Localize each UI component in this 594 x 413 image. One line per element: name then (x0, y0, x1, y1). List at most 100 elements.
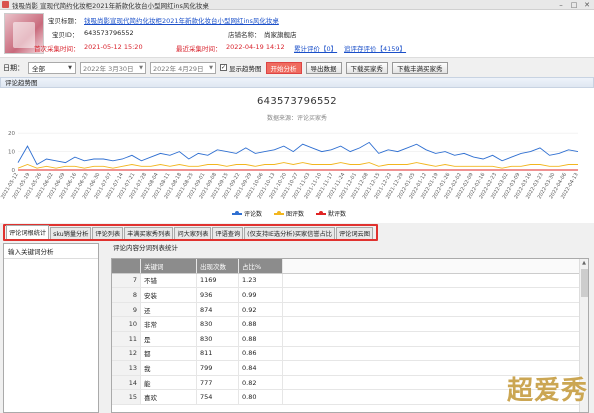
tab-2[interactable]: 评论列表 (92, 227, 124, 239)
range-select[interactable]: 全部 ▼ (28, 61, 76, 74)
keyword-cell: 非常 (140, 317, 196, 331)
range-select-value: 全部 (32, 64, 45, 73)
table-row[interactable]: 11 是 830 0.88 (112, 331, 588, 347)
column-header[interactable] (112, 259, 140, 273)
row-index: 14 (112, 375, 140, 390)
review-count-link[interactable]: 累计评价【0】 (294, 43, 337, 53)
tab-5[interactable]: 评语查询 (212, 227, 244, 239)
checkbox-checked-icon: ✓ (220, 64, 227, 71)
count-cell: 777 (196, 375, 238, 390)
chart-legend: 评论数 图评数 默评数 (232, 209, 346, 218)
table-row[interactable]: 10 非常 830 0.88 (112, 317, 588, 332)
table-row[interactable]: 12 都 811 0.86 (112, 346, 588, 362)
word-stats-title: 评论内容分词列表统计 (113, 244, 178, 252)
minimize-icon[interactable]: – (556, 1, 566, 9)
count-cell: 830 (196, 331, 238, 346)
download-buyer-show-button[interactable]: 下载买家秀 (345, 61, 388, 74)
export-data-button[interactable]: 导出数据 (305, 61, 342, 74)
keyword-cell: 是 (140, 331, 196, 346)
start-date-value: 2022年 3月30日 (83, 64, 134, 73)
row-index: 12 (112, 346, 140, 361)
date-label: 日期： (3, 63, 24, 72)
analysis-tabs: 评论词根统计 sku销量分析 评论列表 丰满买家秀列表 问大家列表 评语查询 (仅支持IE选… (3, 224, 378, 241)
toolbar: 日期： 全部 ▼ 2022年 3月30日 ▼ 2022年 4月29日 ▼ ✓ 显… (0, 59, 594, 76)
followup-count-link[interactable]: 追评存评价【4159】 (344, 43, 406, 53)
series-line-评论数 (17, 141, 579, 166)
keyword-cell: 安装 (140, 288, 196, 302)
table-header-row: 关键词 出现次数 占比% (112, 259, 588, 274)
chart-plot: 010202021-05-122021-05-192021-05-262021-… (0, 131, 580, 200)
scrollbar-thumb[interactable] (581, 269, 588, 297)
keyword-cell: 我 (140, 361, 196, 375)
count-cell: 874 (196, 302, 238, 317)
percent-cell: 0.84 (238, 361, 283, 375)
row-index: 11 (112, 331, 140, 346)
chevron-down-icon: ▼ (68, 64, 72, 71)
table-row[interactable]: 9 还 874 0.92 (112, 302, 588, 318)
percent-cell: 0.92 (238, 302, 283, 317)
tab-0[interactable]: 评论词根统计 (6, 225, 50, 239)
first-time-value: 2021-05-12 15:20 (84, 43, 143, 51)
column-header[interactable]: 出现次数 (196, 259, 238, 273)
keyword-panel-title: 输入关键词分析 (4, 244, 98, 259)
count-cell: 830 (196, 317, 238, 331)
tab-1[interactable]: sku销量分析 (50, 227, 92, 239)
legend-label: 图评数 (286, 211, 305, 218)
row-index: 9 (112, 302, 140, 317)
count-cell: 811 (196, 346, 238, 361)
percent-cell: 0.88 (238, 331, 283, 346)
shop-name-label: 店铺名称： (228, 31, 261, 39)
percent-cell: 0.99 (238, 288, 283, 302)
percent-cell: 1.23 (238, 273, 283, 288)
start-analysis-button[interactable]: 开始分析 (265, 61, 302, 74)
legend-item[interactable]: 图评数 (274, 209, 304, 218)
close-icon[interactable]: ✕ (582, 1, 592, 9)
row-index: 8 (112, 288, 140, 302)
watermark-logo: 超爱秀 (506, 376, 588, 406)
last-time-label: 最近采集时间： (176, 45, 222, 53)
product-id-value: 643573796552 (84, 29, 134, 37)
end-date-picker[interactable]: 2022年 4月29日 ▼ (150, 61, 216, 74)
tab-6[interactable]: (仅支持IE选分析)买家信誉占比 (244, 227, 335, 239)
y-tick-label: 20 (8, 131, 15, 137)
download-full-buyer-show-button[interactable]: 下载丰满买家秀 (392, 61, 448, 74)
product-id-label: 宝贝ID： (52, 31, 79, 39)
trend-chart: 643573796552 数据来源：评论买家秀 0 10 20 2021-05-12 2… (0, 88, 594, 223)
percent-cell: 0.82 (238, 375, 283, 390)
keyword-input-area[interactable] (4, 259, 98, 409)
legend-swatch (232, 211, 242, 215)
calendar-dropdown-icon: ▼ (139, 64, 143, 71)
start-date-picker[interactable]: 2022年 3月30日 ▼ (80, 61, 146, 74)
table-row[interactable]: 8 安装 936 0.99 (112, 288, 588, 303)
window-controls: – □ ✕ (556, 1, 592, 9)
window-title: 钱吸尚影 宣现代简约化妆柜2021年新款化妆台小型网红ins风化妆桌 (12, 1, 209, 10)
table-row[interactable]: 7 不错 1169 1.23 (112, 273, 588, 289)
tab-7[interactable]: 评论词云图 (335, 227, 373, 239)
column-header[interactable]: 关键词 (140, 259, 196, 273)
keyword-cell: 喜欢 (140, 390, 196, 404)
last-time-value: 2022-04-19 14:12 (226, 43, 285, 51)
percent-cell: 0.86 (238, 346, 283, 361)
count-cell: 936 (196, 288, 238, 302)
chart-section-header: 评论趋势图 (0, 77, 594, 88)
first-time-label: 首次采集时间： (34, 45, 80, 53)
title-bar: 钱吸尚影 宣现代简约化妆柜2021年新款化妆台小型网红ins风化妆桌 – □ ✕ (0, 0, 594, 10)
product-name-link[interactable]: 钱吸尚影宣现代简约化妆柜2021年新款化妆台小型网红ins风化妆桌 (84, 15, 279, 25)
y-tick-label: 10 (8, 150, 15, 156)
tab-4[interactable]: 问大家列表 (174, 227, 212, 239)
column-header[interactable]: 占比% (238, 259, 283, 273)
legend-item[interactable]: 默评数 (316, 209, 346, 218)
scroll-up-icon[interactable]: ▲ (580, 259, 588, 268)
keyword-cell: 能 (140, 375, 196, 390)
row-index: 13 (112, 361, 140, 375)
maximize-icon[interactable]: □ (569, 1, 579, 9)
row-index: 7 (112, 273, 140, 288)
legend-item[interactable]: 评论数 (232, 209, 262, 218)
show-trend-checkbox[interactable]: ✓ 显示趋势图 (220, 63, 262, 73)
keyword-cell: 不错 (140, 273, 196, 288)
product-info: 宝贝标题： 钱吸尚影宣现代简约化妆柜2021年新款化妆台小型网红ins风化妆桌 … (0, 10, 594, 58)
show-trend-label: 显示趋势图 (229, 64, 262, 73)
legend-swatch (316, 211, 327, 215)
tab-3[interactable]: 丰满买家秀列表 (124, 227, 174, 239)
keyword-cell: 还 (140, 302, 196, 317)
